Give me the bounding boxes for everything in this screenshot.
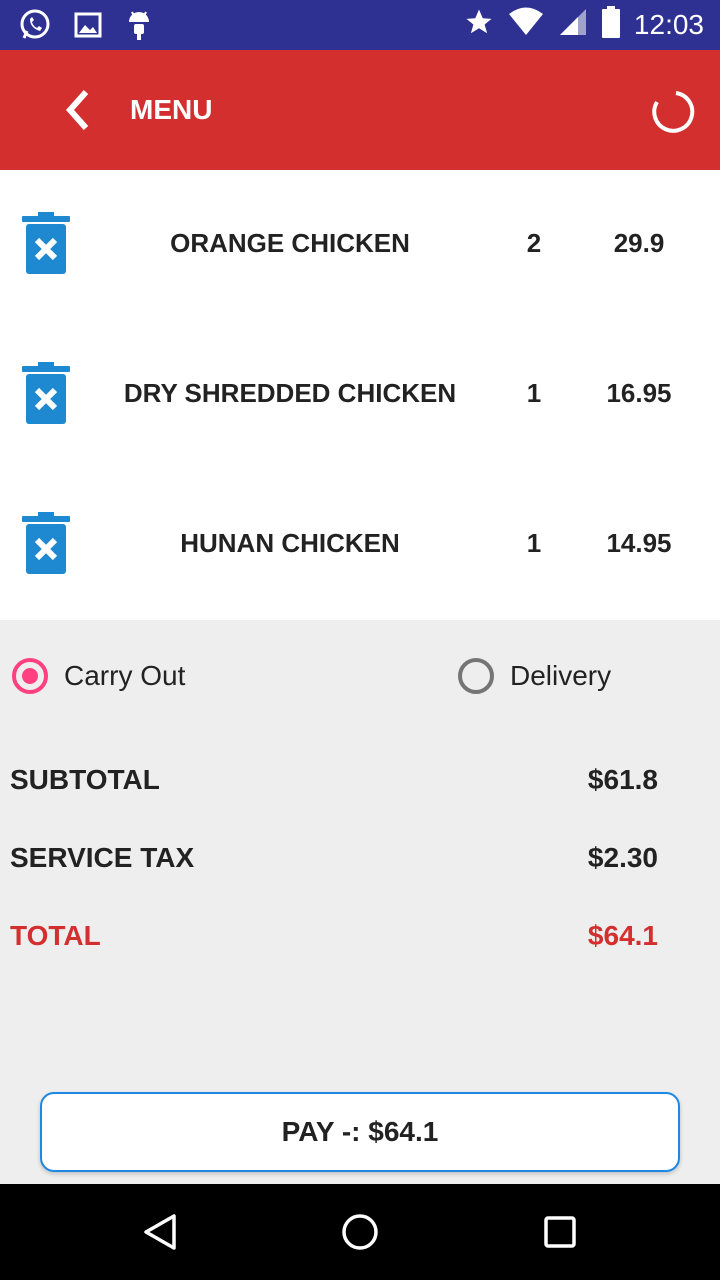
total-value: $64.1 xyxy=(587,920,658,951)
back-button[interactable] xyxy=(58,88,102,132)
nav-home-icon[interactable] xyxy=(340,1212,380,1252)
item-quantity: 1 xyxy=(526,378,542,408)
delete-item-button[interactable] xyxy=(18,360,74,430)
delivery-radio[interactable]: Delivery xyxy=(458,658,611,694)
item-quantity: 1 xyxy=(526,528,542,558)
subtotal-value: $61.8 xyxy=(587,764,658,795)
trash-delete-icon xyxy=(22,512,70,574)
clock: 12:03 xyxy=(633,8,704,40)
chevron-left-icon xyxy=(65,90,89,130)
refresh-icon xyxy=(652,91,695,133)
gallery-icon xyxy=(74,11,102,44)
refresh-button[interactable] xyxy=(648,88,696,136)
order-list: ORANGE CHICKEN 2 29.9 DRY SHREDDED CHICK… xyxy=(0,170,720,620)
item-price: 16.95 xyxy=(606,378,672,408)
radio-selected-indicator xyxy=(12,658,48,694)
radio-unselected-indicator xyxy=(458,658,494,694)
subtotal-row: SUBTOTAL $61.8 xyxy=(10,764,658,804)
battery-icon xyxy=(601,6,620,43)
item-price: 29.9 xyxy=(613,228,665,258)
nav-recents-icon[interactable] xyxy=(540,1212,580,1252)
item-price: 14.95 xyxy=(606,528,672,558)
delete-item-button[interactable] xyxy=(18,210,74,280)
item-name: HUNAN CHICKEN xyxy=(180,528,400,558)
page-title: MENU xyxy=(130,94,213,125)
nav-back-icon[interactable] xyxy=(140,1212,180,1252)
pay-button[interactable]: PAY -: $64.1 xyxy=(40,1092,680,1172)
star-icon xyxy=(464,7,494,42)
android-icon xyxy=(124,8,154,47)
app-toolbar: MENU xyxy=(0,50,720,170)
service-tax-row: SERVICE TAX $2.30 xyxy=(10,842,658,882)
order-row: ORANGE CHICKEN 2 29.9 xyxy=(0,170,720,320)
item-name: ORANGE CHICKEN xyxy=(170,228,410,258)
subtotal-label: SUBTOTAL xyxy=(10,764,160,795)
status-bar: 12:03 xyxy=(0,0,720,50)
item-quantity: 2 xyxy=(526,228,542,258)
item-name: DRY SHREDDED CHICKEN xyxy=(123,378,457,408)
service-tax-label: SERVICE TAX xyxy=(10,842,195,873)
delete-item-button[interactable] xyxy=(18,510,74,580)
order-row: DRY SHREDDED CHICKEN 1 16.95 xyxy=(0,320,720,470)
signal-icon xyxy=(558,7,588,42)
wifi-icon xyxy=(508,7,544,42)
system-nav-bar xyxy=(0,1184,720,1280)
total-row: TOTAL $64.1 xyxy=(10,920,658,960)
carry-out-label: Carry Out xyxy=(64,660,186,691)
carry-out-radio[interactable]: Carry Out xyxy=(12,658,185,694)
delivery-label: Delivery xyxy=(510,660,612,691)
total-label: TOTAL xyxy=(10,920,101,951)
trash-delete-icon xyxy=(22,362,70,424)
trash-delete-icon xyxy=(22,212,70,274)
service-tax-value: $2.30 xyxy=(587,842,658,873)
order-row: HUNAN CHICKEN 1 14.95 xyxy=(0,470,720,620)
whatsapp-icon xyxy=(18,8,52,47)
